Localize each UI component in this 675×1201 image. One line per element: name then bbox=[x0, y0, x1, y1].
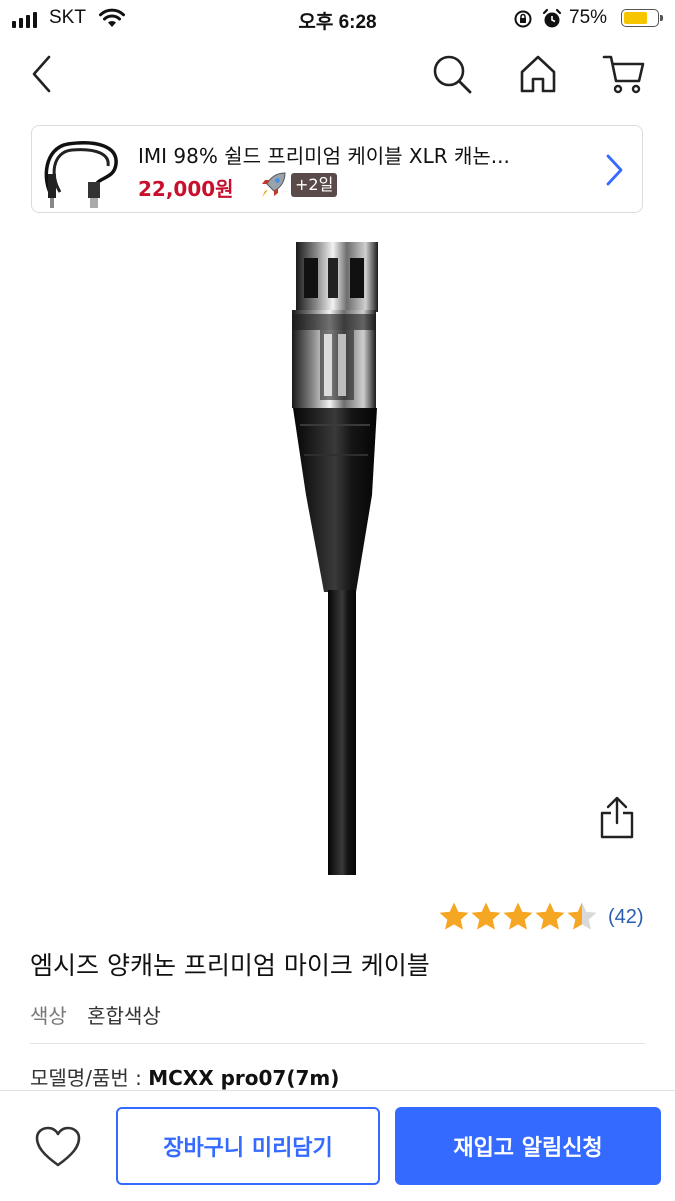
related-product-thumbnail bbox=[44, 141, 118, 208]
cart-nav-button[interactable] bbox=[600, 50, 648, 98]
search-button[interactable] bbox=[428, 50, 476, 98]
share-icon[interactable] bbox=[594, 795, 640, 841]
back-button[interactable] bbox=[18, 50, 66, 98]
add-to-cart-button[interactable]: 장바구니 미리담기 bbox=[116, 1107, 380, 1185]
option-label: 색상 bbox=[30, 1004, 67, 1028]
battery-icon bbox=[621, 9, 663, 27]
star-icon bbox=[503, 902, 533, 930]
top-nav bbox=[0, 40, 675, 112]
back-arrow-icon bbox=[32, 55, 51, 93]
restock-notify-button[interactable]: 재입고 알림신청 bbox=[395, 1107, 661, 1185]
star-icon bbox=[567, 902, 597, 930]
related-product-title: IMI 98% 쉴드 프리미엄 케이블 XLR 캐논... bbox=[138, 144, 510, 168]
star-icon bbox=[535, 902, 565, 930]
search-icon bbox=[433, 55, 472, 94]
rocket-icon bbox=[262, 172, 286, 197]
status-bar: SKT 오후 6:28 75% bbox=[0, 0, 675, 38]
heart-icon[interactable] bbox=[34, 1125, 82, 1169]
battery-fill bbox=[624, 12, 647, 24]
star-icon bbox=[439, 902, 469, 930]
bottom-action-bar: 장바구니 미리담기 재입고 알림신청 bbox=[0, 1090, 675, 1201]
star-icon bbox=[471, 902, 501, 930]
chevron-right-icon bbox=[606, 154, 623, 186]
product-title: 엠시즈 양캐논 프리미엄 마이크 케이블 bbox=[30, 951, 430, 980]
review-count[interactable]: (42) bbox=[608, 906, 644, 929]
cart-icon bbox=[602, 55, 645, 94]
home-icon bbox=[520, 55, 556, 93]
alarm-icon bbox=[542, 8, 562, 28]
option-value: 혼합색상 bbox=[87, 1004, 161, 1028]
battery-percent: 75% bbox=[569, 7, 608, 28]
model-value: MCXX pro07(7m) bbox=[148, 1066, 340, 1090]
option-row: 색상 혼합색상 bbox=[30, 1000, 161, 1029]
divider bbox=[30, 1043, 645, 1044]
home-button[interactable] bbox=[514, 50, 562, 98]
product-rating[interactable]: (42) bbox=[438, 900, 644, 934]
model-label: 모델명/품번 : bbox=[30, 1066, 149, 1090]
model-number-row: 모델명/품번 : MCXX pro07(7m) bbox=[30, 1062, 339, 1091]
delivery-days-badge: +2일 bbox=[291, 173, 338, 197]
related-product-price: 22,000원 bbox=[138, 177, 234, 201]
related-product-card[interactable]: IMI 98% 쉴드 프리미엄 케이블 XLR 캐논... 22,000원 +2… bbox=[31, 125, 643, 213]
orientation-lock-icon bbox=[514, 10, 532, 28]
product-image bbox=[292, 242, 378, 875]
rating-stars bbox=[439, 902, 597, 930]
